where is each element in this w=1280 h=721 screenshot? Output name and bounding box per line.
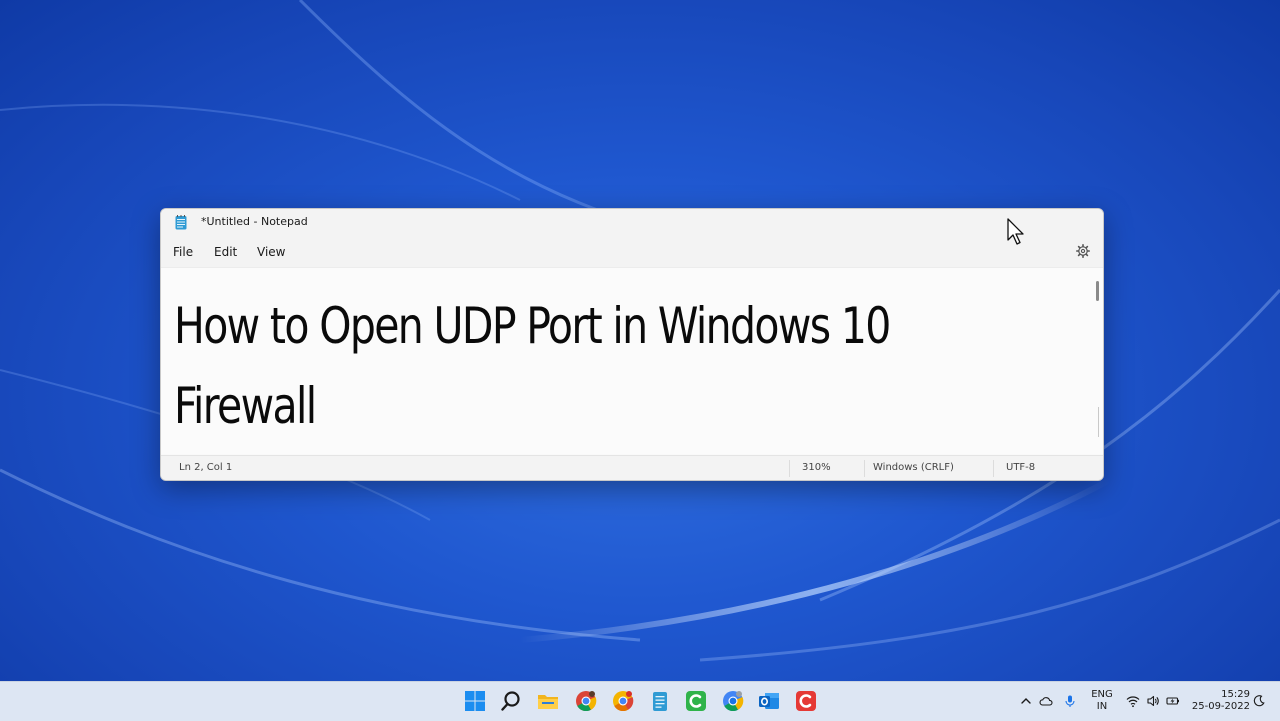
notepad-icon [175, 215, 187, 230]
encoding: UTF-8 [1006, 462, 1036, 473]
language-indicator[interactable]: ENG IN [1088, 689, 1116, 713]
menu-bar: File Edit View [161, 237, 1103, 268]
title-bar[interactable]: *Untitled - Notepad [161, 209, 1103, 237]
microphone-icon[interactable] [1063, 694, 1077, 708]
menu-file[interactable]: File [173, 245, 193, 259]
clock-time: 15:29 [1221, 689, 1250, 700]
language-code: ENG [1091, 689, 1113, 700]
vertical-scrollbar-thumb[interactable] [1096, 281, 1099, 301]
cursor-position: Ln 2, Col 1 [179, 462, 233, 473]
camtasia-icon[interactable] [684, 689, 708, 713]
status-bar: Ln 2, Col 1 310% Windows (CRLF) UTF-8 [161, 455, 1103, 480]
text-editor[interactable]: How to Open UDP Port in Windows 10 Firew… [161, 268, 1103, 454]
gear-icon[interactable] [1076, 244, 1090, 258]
chevron-up-icon[interactable] [1019, 694, 1033, 708]
status-divider [789, 460, 790, 477]
status-divider [864, 460, 865, 477]
line-ending: Windows (CRLF) [873, 462, 954, 473]
language-region: IN [1096, 701, 1108, 712]
window-title: *Untitled - Notepad [201, 215, 308, 228]
battery-charging-icon[interactable] [1166, 694, 1180, 708]
mouse-pointer-icon [1007, 218, 1024, 245]
menu-view[interactable]: View [257, 245, 285, 259]
clock[interactable]: 15:29 25-09-2022 [1188, 689, 1250, 713]
menu-edit[interactable]: Edit [214, 245, 237, 259]
vertical-scrollbar-track[interactable] [1098, 407, 1099, 437]
onedrive-cloud-icon[interactable] [1039, 694, 1053, 708]
chrome-icon[interactable] [574, 689, 598, 713]
search-icon[interactable] [499, 689, 523, 713]
notepad-window[interactable]: *Untitled - Notepad File Edit View How t… [160, 208, 1104, 481]
taskbar: ENG IN 15:29 25-09-2022 [0, 681, 1280, 721]
outlook-icon[interactable] [757, 689, 781, 713]
camtasia-recorder-icon[interactable] [794, 689, 818, 713]
wifi-icon[interactable] [1126, 694, 1140, 708]
file-explorer-icon[interactable] [536, 689, 560, 713]
status-divider [993, 460, 994, 477]
zoom-level: 310% [802, 462, 831, 473]
focus-moon-icon[interactable] [1252, 694, 1266, 708]
notepad-icon[interactable] [648, 689, 672, 713]
editor-content[interactable]: How to Open UDP Port in Windows 10 Firew… [174, 286, 912, 446]
volume-icon[interactable] [1146, 694, 1160, 708]
chrome-dev-icon[interactable] [721, 689, 745, 713]
chrome-canary-icon[interactable] [611, 689, 635, 713]
clock-date: 25-09-2022 [1191, 701, 1250, 712]
windows-start-icon[interactable] [463, 689, 487, 713]
